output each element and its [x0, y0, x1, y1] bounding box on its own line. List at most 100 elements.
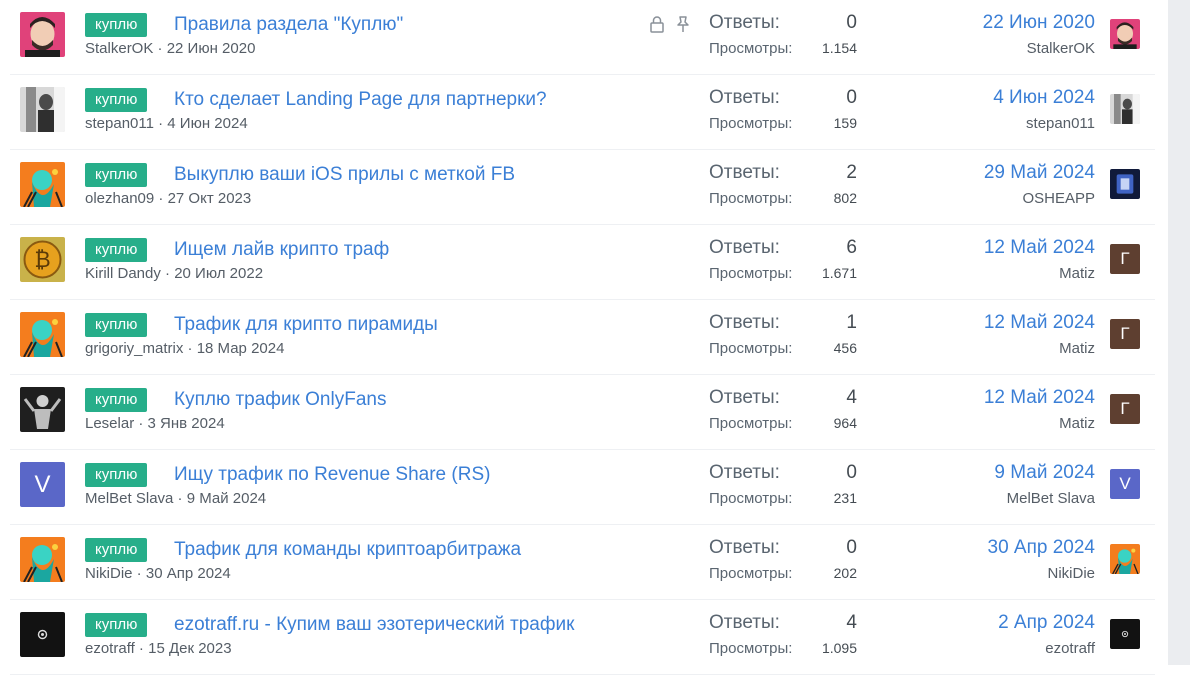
author-name[interactable]: Leselar — [85, 415, 134, 432]
thread-row[interactable]: куплю Трафик для команды криптоарбитража N… — [10, 525, 1155, 600]
start-date[interactable]: 9 Май 2024 — [187, 490, 266, 507]
author-name[interactable]: stepan011 — [85, 115, 154, 132]
thread-status-icons — [648, 15, 692, 33]
last-post-date-link[interactable]: 12 Май 2024 — [984, 312, 1095, 334]
author-avatar[interactable] — [20, 312, 65, 357]
thread-row[interactable]: куплю Трафик для крипто пирамиды grigoriy_… — [10, 300, 1155, 375]
views-count: 802 — [833, 190, 857, 206]
start-date[interactable]: 4 Июн 2024 — [167, 115, 247, 132]
prefix-tag[interactable]: куплю — [85, 13, 148, 37]
replies-label: Ответы: — [709, 162, 780, 183]
start-date[interactable]: 18 Мар 2024 — [197, 340, 285, 357]
views-label: Просмотры: — [709, 640, 793, 657]
last-poster-avatar[interactable]: Г — [1110, 244, 1140, 274]
start-date[interactable]: 3 Янв 2024 — [148, 415, 225, 432]
last-post-date-link[interactable]: 12 Май 2024 — [984, 387, 1095, 409]
thread-row[interactable]: куплю Кто сделает Landing Page для партне… — [10, 75, 1155, 150]
views-count: 964 — [833, 415, 857, 431]
last-poster-avatar[interactable] — [1110, 19, 1140, 49]
views-count: 1.154 — [821, 40, 857, 56]
last-poster-name[interactable]: stepan011 — [1026, 115, 1095, 132]
last-poster-avatar[interactable] — [1110, 544, 1140, 574]
author-avatar[interactable] — [20, 612, 65, 657]
author-avatar[interactable] — [20, 87, 65, 132]
views-label: Просмотры: — [709, 115, 793, 132]
author-name[interactable]: olezhan09 — [85, 190, 154, 207]
last-poster-avatar[interactable]: Г — [1110, 319, 1140, 349]
thread-title-link[interactable]: Ищем лайв крипто траф — [174, 237, 389, 263]
thread-meta: MelBet Slava · 9 Май 2024 — [85, 490, 266, 507]
start-date[interactable]: 20 Июл 2022 — [174, 265, 263, 282]
last-poster-avatar[interactable] — [1110, 619, 1140, 649]
last-poster-avatar[interactable]: V — [1110, 469, 1140, 499]
thread-title-link[interactable]: Куплю трафик OnlyFans — [174, 387, 386, 413]
prefix-tag[interactable]: куплю — [85, 88, 148, 112]
author-name[interactable]: Kirill Dandy — [85, 265, 161, 282]
author-avatar[interactable]: ₿ — [20, 237, 65, 282]
last-post-date-link[interactable]: 29 Май 2024 — [984, 162, 1095, 184]
last-post-date-link[interactable]: 9 Май 2024 — [994, 462, 1095, 484]
last-poster-name[interactable]: StalkerOK — [1027, 40, 1095, 57]
prefix-tag[interactable]: куплю — [85, 613, 148, 637]
thread-row[interactable]: куплю ezotraff.ru - Купим ваш эзотерическ… — [10, 600, 1155, 675]
thread-title-link[interactable]: Трафик для крипто пирамиды — [174, 312, 438, 338]
thread-title-link[interactable]: Трафик для команды криптоарбитража — [174, 537, 521, 563]
replies-label: Ответы: — [709, 237, 780, 258]
start-date[interactable]: 22 Июн 2020 — [167, 40, 256, 57]
author-avatar[interactable] — [20, 162, 65, 207]
author-name[interactable]: ezotraff — [85, 640, 135, 657]
author-avatar[interactable] — [20, 387, 65, 432]
thread-meta: Leselar · 3 Янв 2024 — [85, 415, 225, 432]
thread-row[interactable]: Vкуплю Ищу трафик по Revenue Share (RS) Me… — [10, 450, 1155, 525]
thread-row[interactable]: ₿ куплю Ищем лайв крипто траф Kirill Dandy … — [10, 225, 1155, 300]
author-name[interactable]: grigoriy_matrix — [85, 340, 183, 357]
author-name[interactable]: MelBet Slava — [85, 490, 173, 507]
last-poster-avatar[interactable] — [1110, 169, 1140, 199]
last-poster-name[interactable]: Matiz — [1059, 415, 1095, 432]
thread-title-link[interactable]: Выкуплю ваши iOS прилы с меткой FB — [174, 162, 515, 188]
prefix-tag[interactable]: куплю — [85, 238, 148, 262]
author-avatar[interactable] — [20, 537, 65, 582]
prefix-tag[interactable]: куплю — [85, 538, 148, 562]
last-poster-name[interactable]: MelBet Slava — [1007, 490, 1095, 507]
thread-meta: stepan011 · 4 Июн 2024 — [85, 115, 248, 132]
thread-title-link[interactable]: ezotraff.ru - Купим ваш эзотерический тр… — [174, 612, 574, 638]
prefix-tag[interactable]: куплю — [85, 163, 148, 187]
thread-title-link[interactable]: Правила раздела "Куплю" — [174, 12, 403, 38]
last-post-date-link[interactable]: 4 Июн 2024 — [993, 87, 1095, 109]
thread-title-link[interactable]: Ищу трафик по Revenue Share (RS) — [174, 462, 490, 488]
thread-row[interactable]: куплю Правила раздела "Куплю" StalkerOK · … — [10, 0, 1155, 75]
prefix-tag[interactable]: куплю — [85, 463, 148, 487]
last-poster-avatar[interactable]: Г — [1110, 394, 1140, 424]
views-label: Просмотры: — [709, 565, 793, 582]
prefix-tag[interactable]: куплю — [85, 313, 148, 337]
start-date[interactable]: 30 Апр 2024 — [146, 565, 231, 582]
author-name[interactable]: StalkerOK — [85, 40, 153, 57]
last-poster-name[interactable]: OSHEAPP — [1022, 190, 1095, 207]
replies-label: Ответы: — [709, 537, 780, 558]
last-poster-name[interactable]: Matiz — [1059, 340, 1095, 357]
last-poster-name[interactable]: NikiDie — [1047, 565, 1095, 582]
thread-meta: olezhan09 · 27 Окт 2023 — [85, 190, 251, 207]
meta-separator: · — [154, 190, 168, 207]
author-name[interactable]: NikiDie — [85, 565, 133, 582]
start-date[interactable]: 27 Окт 2023 — [168, 190, 252, 207]
scrollbar-track[interactable] — [1168, 0, 1190, 665]
last-post-date-link[interactable]: 2 Апр 2024 — [998, 612, 1095, 634]
last-poster-name[interactable]: ezotraff — [1045, 640, 1095, 657]
last-poster-avatar[interactable] — [1110, 94, 1140, 124]
replies-count: 0 — [846, 12, 857, 33]
last-post-date-link[interactable]: 12 Май 2024 — [984, 237, 1095, 259]
thread-row[interactable]: куплю Выкуплю ваши iOS прилы с меткой FB o… — [10, 150, 1155, 225]
last-poster-name[interactable]: Matiz — [1059, 265, 1095, 282]
last-post-date-link[interactable]: 30 Апр 2024 — [988, 537, 1096, 559]
replies-count: 1 — [846, 312, 857, 333]
thread-row[interactable]: куплю Куплю трафик OnlyFans Leselar · 3 Ян… — [10, 375, 1155, 450]
author-avatar[interactable] — [20, 12, 65, 57]
last-post-date-link[interactable]: 22 Июн 2020 — [983, 12, 1095, 34]
start-date[interactable]: 15 Дек 2023 — [148, 640, 231, 657]
prefix-tag[interactable]: куплю — [85, 388, 148, 412]
author-avatar[interactable]: V — [20, 462, 65, 507]
thread-title-link[interactable]: Кто сделает Landing Page для партнерки? — [174, 87, 547, 113]
thread-meta: ezotraff · 15 Дек 2023 — [85, 640, 232, 657]
